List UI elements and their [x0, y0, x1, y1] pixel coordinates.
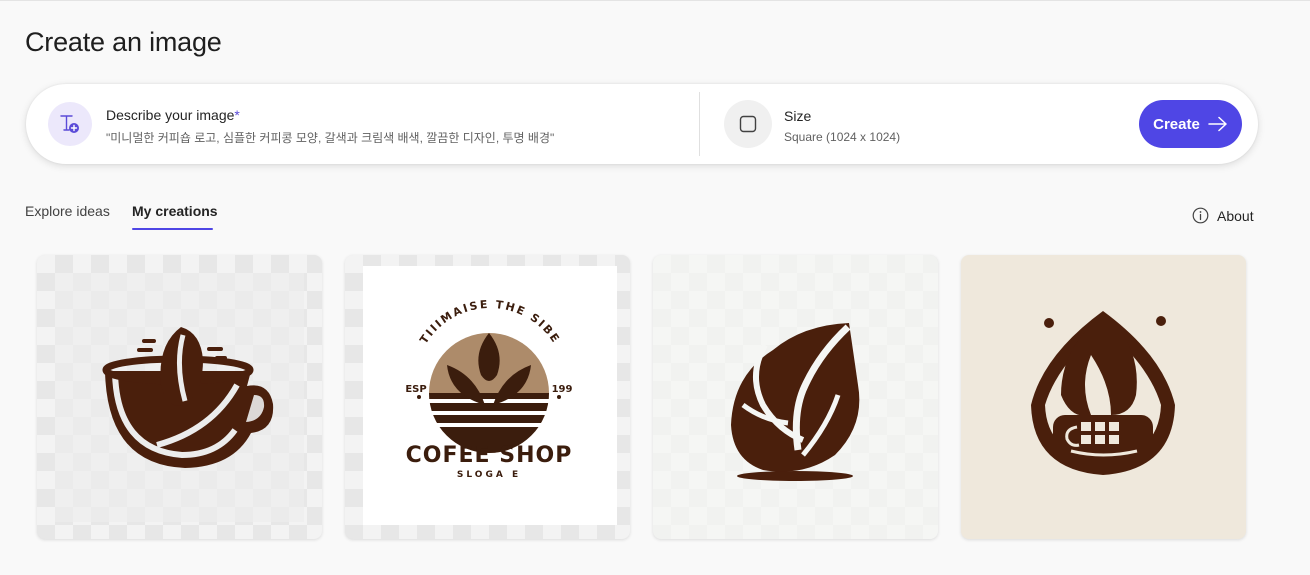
info-icon — [1192, 207, 1209, 224]
coffee-bean-leaf-logo — [653, 255, 938, 539]
creation-card-coffee-drop[interactable] — [961, 255, 1246, 539]
square-icon[interactable] — [724, 100, 772, 148]
size-label: Size — [784, 108, 812, 124]
size-selector[interactable]: Square (1024 x 1024) — [784, 130, 900, 144]
prompt-label-text: Describe your image — [106, 107, 235, 123]
about-label: About — [1217, 207, 1254, 224]
active-tab-indicator — [132, 228, 213, 230]
required-marker: * — [234, 107, 240, 123]
prompt-bar: Describe your image* "미니멀한 커피숍 로고, 심플한 커… — [26, 84, 1258, 164]
badge-slogan-text: SLOGA E — [457, 470, 521, 480]
badge-right-text: 199 — [552, 384, 573, 395]
prompt-label: Describe your image* — [106, 107, 240, 123]
tab-my-creations[interactable]: My creations — [132, 203, 218, 219]
prompt-input[interactable]: "미니멀한 커피숍 로고, 심플한 커피콩 모양, 갈색과 크림색 배색, 깔끔… — [106, 129, 686, 146]
about-button[interactable]: About — [1192, 207, 1254, 224]
badge-left-text: ESP — [405, 384, 426, 395]
coffee-shop-badge-logo: TIIIMAISE THE SIBE ESP 199 COFEE SHOP SL… — [363, 266, 617, 525]
creation-card-bean-leaf[interactable] — [653, 255, 938, 539]
create-button[interactable]: Create — [1139, 100, 1242, 148]
create-button-label: Create — [1153, 115, 1200, 133]
text-sparkle-icon — [48, 102, 92, 146]
badge-brand-text: COFEE SHOP — [406, 443, 573, 468]
coffee-drop-logo — [1031, 311, 1175, 475]
creation-card-coffee-shop-badge[interactable]: TIIIMAISE THE SIBE ESP 199 COFEE SHOP SL… — [345, 255, 630, 539]
divider — [699, 92, 700, 156]
top-border — [0, 0, 1310, 1]
tab-explore-ideas[interactable]: Explore ideas — [25, 203, 110, 219]
creation-card-coffee-cup[interactable] — [37, 255, 322, 539]
arrow-right-icon — [1208, 116, 1227, 132]
coffee-cup-bean-logo — [55, 273, 304, 522]
page-title: Create an image — [25, 27, 222, 57]
